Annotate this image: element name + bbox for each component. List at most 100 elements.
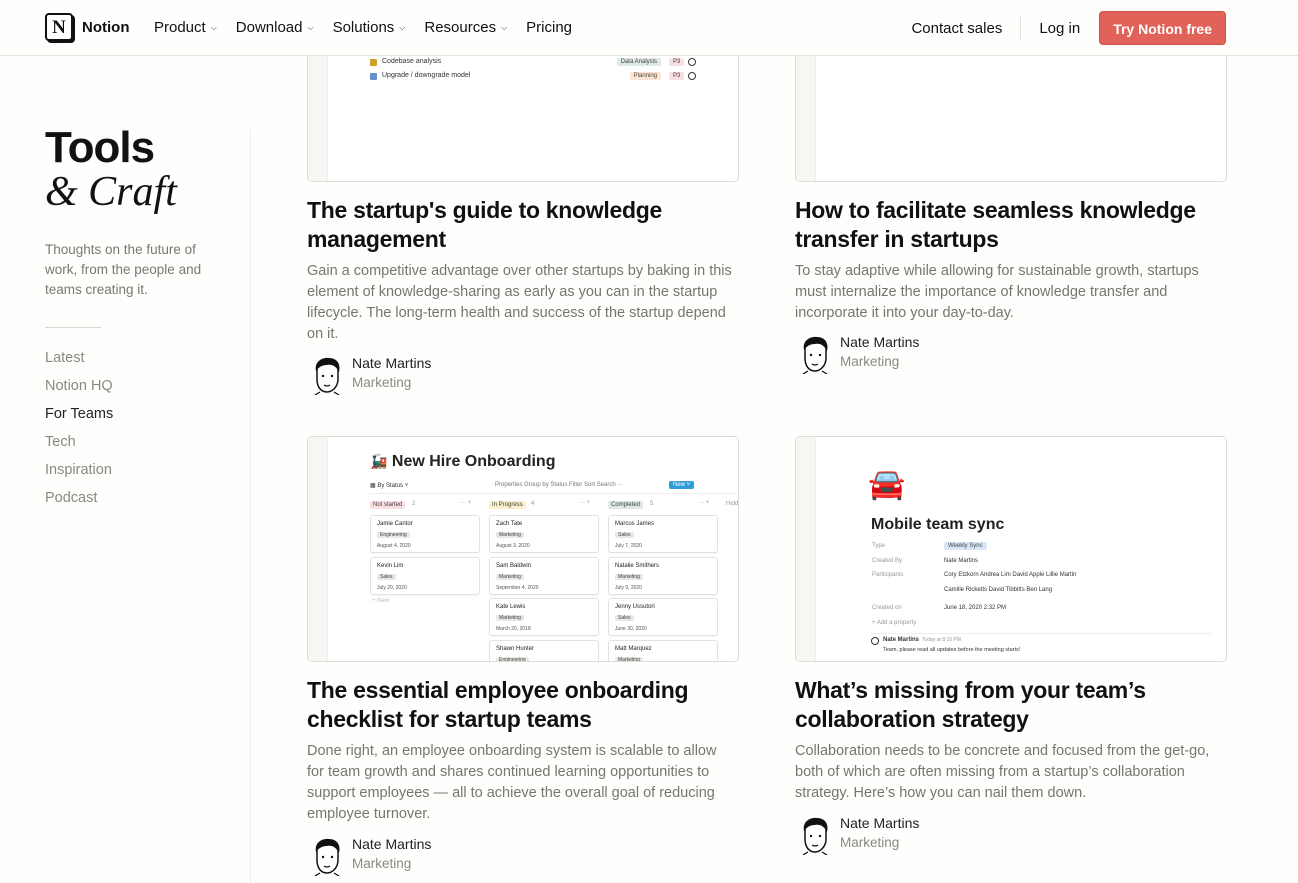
article-title[interactable]: The startup's guide to knowledge managem… <box>307 196 737 254</box>
author-name: Nate Martins <box>840 334 920 350</box>
board-card-name: Jamie Cantor <box>377 521 413 527</box>
board-card-tag: Sales <box>615 532 634 538</box>
article-title[interactable]: What’s missing from your team’s collabor… <box>795 676 1225 734</box>
sidebar-item-latest[interactable]: Latest <box>45 348 113 376</box>
board-column-count: 2 <box>412 501 416 507</box>
sidebar-nav: Latest Notion HQ For Teams Tech Inspirat… <box>45 348 113 516</box>
nav-pricing-label: Pricing <box>526 19 573 36</box>
board-card-tag: Marketing <box>496 532 524 538</box>
board-column-more: ··· + <box>698 500 710 506</box>
article-description: To stay adaptive while allowing for sust… <box>795 263 1199 321</box>
author-avatar <box>314 838 340 876</box>
sidebar-divider-line <box>250 130 251 883</box>
nav-download[interactable]: Download ⌵ <box>236 19 314 36</box>
board-card-tag: Marketing <box>496 573 524 580</box>
nav-solutions[interactable]: Solutions ⌵ <box>333 19 406 36</box>
thumb-new-button: New ˅ <box>669 481 695 489</box>
author-name: Nate Martins <box>352 355 432 371</box>
nav-product-label: Product <box>154 19 206 36</box>
contact-sales-link[interactable]: Contact sales <box>911 20 1002 37</box>
property-key: Created By <box>872 557 903 564</box>
thumb-view-label-text: By Status <box>377 483 404 489</box>
article-author: Nate Martins Marketing <box>307 355 607 399</box>
nav-solutions-label: Solutions <box>332 19 395 36</box>
author-role: Marketing <box>840 835 900 850</box>
board-card-date: July 9, 2020 <box>615 584 642 591</box>
board-card-tag: Marketing <box>615 656 643 661</box>
nav-right: Contact sales Log in Try Notion free <box>911 11 1226 45</box>
sidebar-description: Thoughts on the future of work, from the… <box>45 242 202 297</box>
comment-time: Today at 8:10 PM <box>922 637 961 643</box>
board-card: Shawn Hunter Engineering <box>489 639 599 661</box>
author-role: Marketing <box>352 856 412 871</box>
thumb-new-button-label: New <box>673 482 686 488</box>
try-notion-free-button[interactable]: Try Notion free <box>1099 11 1226 45</box>
sidebar-item-tech[interactable]: Tech <box>45 432 113 460</box>
row-icon <box>370 72 377 80</box>
property-value: June 18, 2020 2:32 PM <box>944 605 1007 611</box>
sidebar-subtitle: & Craft <box>45 169 177 215</box>
chevron-down-icon: ⌵ <box>399 22 406 32</box>
nav-menu: Product ⌵ Download ⌵ Solutions ⌵ Resources ⌵… <box>154 19 591 36</box>
board-column-header: In Progress <box>489 501 526 509</box>
sidebar-item-notion-hq[interactable]: Notion HQ <box>45 376 113 404</box>
author-avatar <box>802 336 828 374</box>
article-title[interactable]: The essential employee onboarding checkl… <box>307 676 737 734</box>
nav-resources[interactable]: Resources ⌵ <box>424 19 507 36</box>
property-key: Participants <box>872 572 904 578</box>
author-role: Marketing <box>352 375 412 390</box>
logo-text: Notion <box>82 18 130 36</box>
board-card-tag: Marketing <box>615 573 643 580</box>
board-card-name: Zach Tate <box>496 521 523 527</box>
chevron-down-icon: ⌵ <box>210 22 217 32</box>
row-icon <box>370 58 377 66</box>
board-column-count: 4 <box>531 501 535 507</box>
sidebar-item-for-teams[interactable]: For Teams <box>45 404 113 432</box>
board-card: Kevin Lim Sales July 20, 2020 <box>370 556 480 595</box>
board-card-date: June 30, 2020 <box>615 626 647 632</box>
nav-product[interactable]: Product ⌵ <box>154 19 217 36</box>
article-title[interactable]: How to facilitate seamless knowledge tra… <box>795 196 1225 254</box>
author-avatar <box>314 357 340 395</box>
sidebar-item-inspiration[interactable]: Inspiration <box>45 460 113 488</box>
sidebar-item-podcast[interactable]: Podcast <box>45 488 113 516</box>
board-card-name: Natalie Smithers <box>615 562 660 569</box>
comment-avatar <box>871 637 879 645</box>
board-card-tag: Engineering <box>496 656 529 661</box>
article-thumbnail[interactable]: 🚂 New Hire Onboarding ▦ By Status ˅ Prop… <box>307 436 739 662</box>
board-card-tag: Sales <box>377 573 396 580</box>
board-card-date: March 20, 2018 <box>496 626 531 632</box>
row-priority: P3 <box>669 57 685 66</box>
thumb-page-title: Mobile team sync <box>871 516 1005 533</box>
row-tag: Planning <box>629 71 661 80</box>
row-priority: P3 <box>669 71 685 80</box>
thumb-divider <box>871 633 1211 634</box>
board-card: Jenny Ussutori Sales June 30, 2020 <box>608 598 718 636</box>
chevron-down-icon: ⌵ <box>307 22 314 32</box>
board-column-count: 5 <box>650 501 654 507</box>
thumb-sidebar <box>308 437 328 661</box>
property-key: + Add a property <box>872 619 917 626</box>
board-column-more: ··· + <box>460 500 472 506</box>
nav-divider <box>1020 17 1022 39</box>
board-column-more: ··· + <box>579 500 591 506</box>
board-new: + New <box>372 598 390 604</box>
property-key: Created on <box>872 605 902 611</box>
notion-logo-icon: N <box>45 13 73 41</box>
author-name: Nate Martins <box>352 836 432 852</box>
notion-logo[interactable]: N Notion <box>45 13 129 41</box>
board-card: Sam Baldwin Marketing September 4, 2020 <box>489 556 599 595</box>
thumb-page-title: 🚂 New Hire Onboarding <box>370 453 555 471</box>
nav-pricing[interactable]: Pricing <box>526 19 572 36</box>
author-name: Nate Martins <box>840 815 920 831</box>
article-author: Nate Martins Marketing <box>307 836 607 880</box>
article-description: Gain a competitive advantage over other … <box>307 263 732 342</box>
article-thumbnail[interactable]: 🚘 Mobile team sync Type Weekly Sync Create… <box>795 436 1227 662</box>
property-key: Type <box>872 543 886 549</box>
chevron-down-icon: ⌵ <box>501 22 508 32</box>
board-card-name: Shawn Hunter <box>496 645 535 652</box>
login-link[interactable]: Log in <box>1039 20 1080 37</box>
row-name: Codebase analysis <box>382 57 442 65</box>
comment-author: Nate Martins <box>883 637 920 643</box>
top-nav: N Notion Product ⌵ Download ⌵ Solutions ⌵ R… <box>0 0 1298 56</box>
